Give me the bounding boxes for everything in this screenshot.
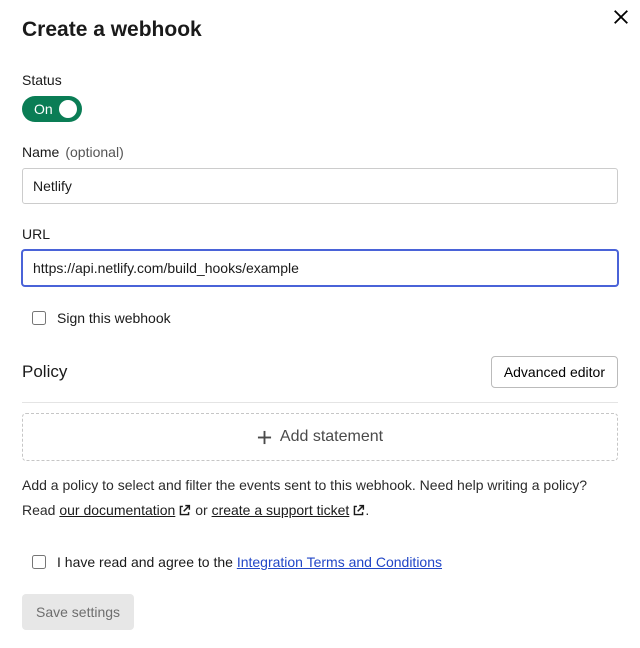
terms-link[interactable]: Integration Terms and Conditions <box>237 554 442 570</box>
documentation-link-text: our documentation <box>59 502 175 518</box>
sign-webhook-label: Sign this webhook <box>57 310 171 326</box>
documentation-link[interactable]: our documentation <box>59 502 191 518</box>
status-toggle-text: On <box>34 101 53 117</box>
advanced-editor-button[interactable]: Advanced editor <box>491 356 618 388</box>
plus-icon <box>257 430 272 445</box>
page-title: Create a webhook <box>22 18 618 42</box>
policy-heading: Policy <box>22 362 67 382</box>
close-button[interactable] <box>608 4 634 33</box>
add-statement-label: Add statement <box>280 428 383 446</box>
support-ticket-link[interactable]: create a support ticket <box>212 502 366 518</box>
policy-helper-text: Add a policy to select and filter the ev… <box>22 473 618 524</box>
terms-text: I have read and agree to the Integration… <box>57 554 442 570</box>
sign-webhook-checkbox[interactable] <box>32 311 46 325</box>
name-input[interactable] <box>22 168 618 204</box>
helper-or: or <box>191 502 211 518</box>
add-statement-button[interactable]: Add statement <box>22 413 618 461</box>
terms-prefix: I have read and agree to the <box>57 554 237 570</box>
terms-checkbox[interactable] <box>32 555 46 569</box>
close-icon <box>612 14 630 29</box>
name-label: Name <box>22 144 59 160</box>
toggle-knob <box>59 100 77 118</box>
external-link-icon <box>178 500 191 525</box>
url-label: URL <box>22 226 50 242</box>
support-ticket-link-text: create a support ticket <box>212 502 350 518</box>
status-toggle[interactable]: On <box>22 96 82 122</box>
url-input[interactable] <box>22 250 618 286</box>
helper-suffix: . <box>365 502 369 518</box>
external-link-icon <box>352 500 365 525</box>
name-optional: (optional) <box>65 144 123 160</box>
divider <box>22 402 618 403</box>
status-label: Status <box>22 72 618 88</box>
save-settings-button[interactable]: Save settings <box>22 594 134 630</box>
